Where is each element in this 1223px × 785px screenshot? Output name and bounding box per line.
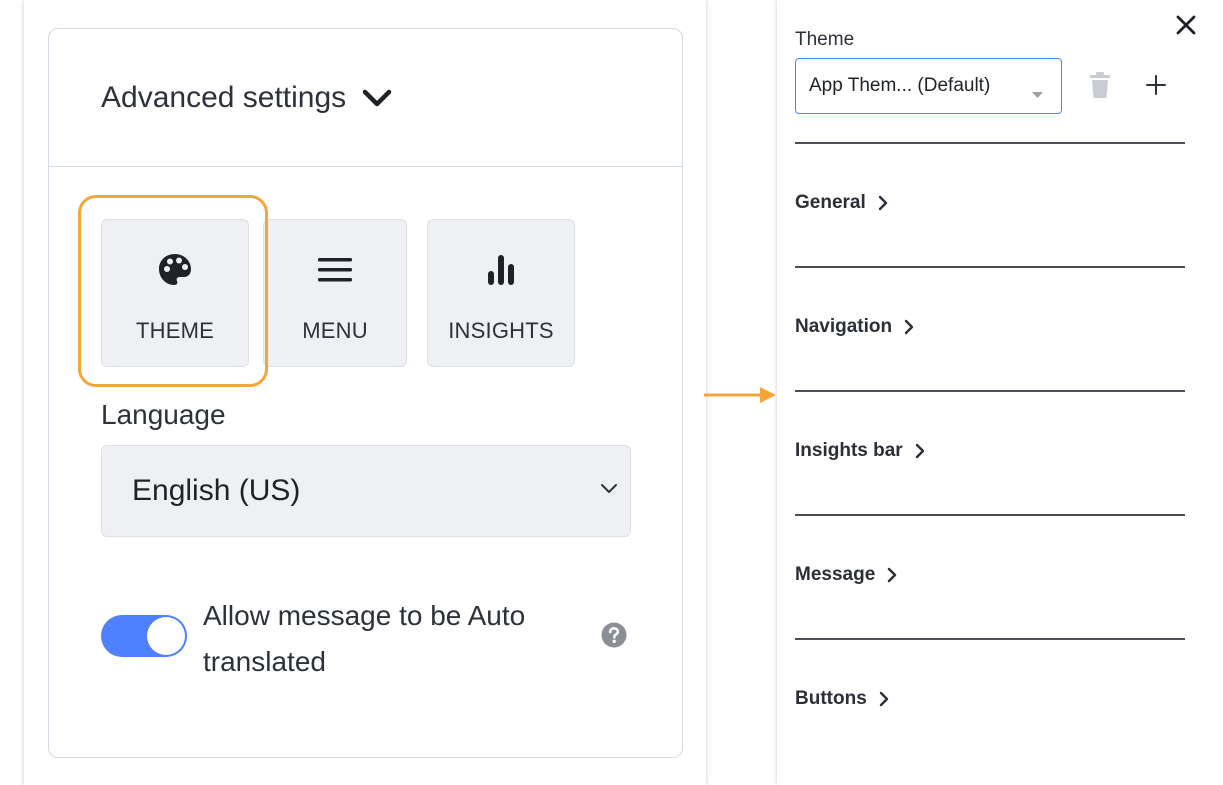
arrow-right-connector [704,382,780,413]
close-icon[interactable] [1175,14,1197,41]
section-general-label: General [795,192,866,213]
section-general[interactable]: General [795,192,888,214]
language-select[interactable]: English (US) [101,445,631,537]
advanced-settings-header[interactable]: Advanced settings [49,29,682,167]
theme-select[interactable]: App Them... (Default) [795,58,1062,114]
advanced-settings-card: Advanced settings THEME MENU INSIGHTS La… [48,28,683,758]
section-buttons[interactable]: Buttons [795,688,889,710]
bar-chart-icon [483,250,519,290]
theme-tile-label: THEME [136,318,214,343]
divider [795,390,1185,392]
divider [795,266,1185,268]
auto-translate-label: Allow message to be Auto translated [203,600,526,677]
theme-tile-button[interactable]: THEME [101,219,249,367]
trash-icon[interactable] [1090,72,1110,103]
hamburger-menu-icon [317,250,353,290]
section-navigation-label: Navigation [795,316,893,337]
chevron-right-icon [879,691,889,707]
section-insights-bar-label: Insights bar [795,440,903,461]
chevron-right-icon [878,195,888,211]
language-select-value: English (US) [132,474,301,507]
advanced-settings-title: Advanced settings [101,80,347,114]
theme-select-value: App Them... (Default) [809,75,991,96]
section-navigation[interactable]: Navigation [795,316,914,338]
chevron-down-icon [600,482,618,500]
palette-icon [157,250,193,290]
section-message-label: Message [795,564,876,585]
insights-tile-button[interactable]: INSIGHTS [427,219,575,367]
auto-translate-toggle[interactable] [101,615,187,657]
chevron-down-icon[interactable] [362,88,392,108]
section-buttons-label: Buttons [795,688,867,709]
plus-icon[interactable] [1146,75,1166,100]
section-insights-bar[interactable]: Insights bar [795,440,925,462]
help-icon[interactable] [601,622,627,653]
menu-tile-label: MENU [302,318,368,343]
chevron-right-icon [887,567,897,583]
divider [795,142,1185,144]
chevron-right-icon [904,319,914,335]
caret-down-icon [1032,85,1043,103]
theme-settings-panel: Theme App Them... (Default) General Navi… [777,0,1223,785]
menu-tile-button[interactable]: MENU [263,219,407,367]
section-message[interactable]: Message [795,564,897,586]
divider [795,514,1185,516]
language-label: Language [101,399,226,430]
toggle-knob [147,617,185,655]
insights-tile-label: INSIGHTS [448,318,554,343]
divider [795,638,1185,640]
theme-field-label: Theme [795,29,855,50]
chevron-right-icon [915,443,925,459]
